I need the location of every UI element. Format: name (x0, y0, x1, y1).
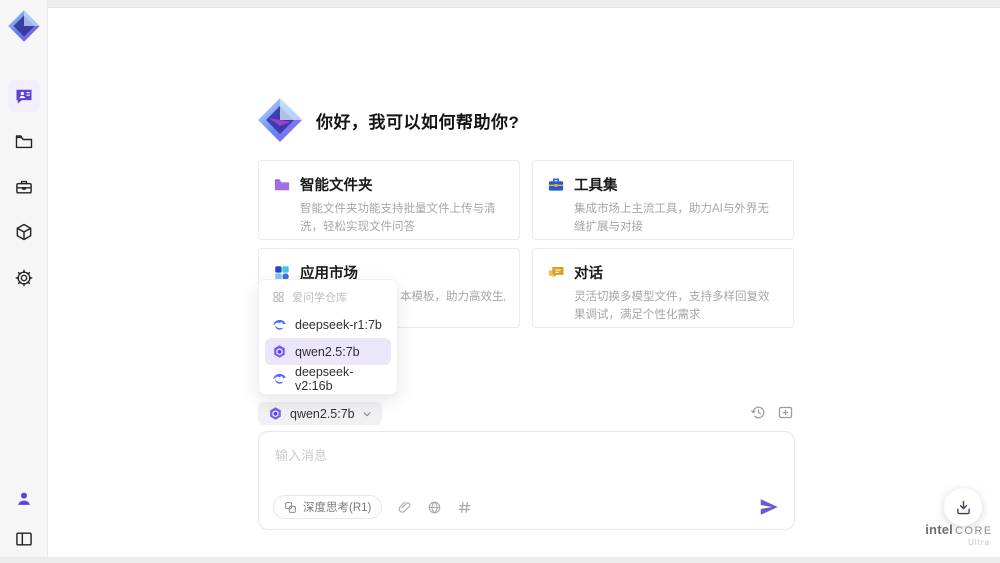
greeting-text: 你好，我可以如何帮助你? (316, 112, 520, 132)
card-title: 对话 (574, 266, 603, 282)
cube-icon (16, 223, 32, 241)
hash-grid-icon[interactable] (457, 500, 472, 515)
model-selector-button[interactable]: qwen2.5:7b (258, 402, 382, 425)
sidebar-item-folders[interactable] (8, 126, 40, 158)
chat-icon (16, 89, 32, 104)
sidebar-item-tools[interactable] (8, 171, 40, 203)
chat-input-container: 深度思考(R1) (258, 431, 795, 530)
model-option-deepseek-r1[interactable]: deepseek-r1:7b (265, 311, 391, 338)
input-toolbar: 深度思考(R1) (273, 495, 780, 519)
sidebar (0, 0, 48, 563)
globe-icon[interactable] (427, 500, 442, 515)
window-bottom-edge (0, 557, 1000, 563)
smart-folder-icon (274, 178, 290, 190)
screenshot-add-icon[interactable] (777, 404, 794, 421)
qwen-icon (270, 407, 281, 420)
card-dialog[interactable]: 对话 灵活切换多模型文件，支持多样回复效果调试，满足个性化需求 (532, 248, 794, 328)
paperclip-icon[interactable] (397, 500, 412, 515)
deep-think-toggle[interactable]: 深度思考(R1) (273, 495, 383, 519)
core-wordmark: CORE (954, 525, 993, 537)
card-smart-folder[interactable]: 智能文件夹 智能文件夹功能支持批量文件上传与清洗，轻松实现文件问答 (258, 160, 520, 240)
model-option-deepseek-v2[interactable]: deepseek-v2:16b (265, 365, 391, 393)
greeting-block: 你好，我可以如何帮助你? (256, 96, 519, 144)
deepseek-whale-icon (273, 373, 286, 384)
panel-layout-icon (16, 532, 32, 546)
window-title-bar (48, 0, 1000, 8)
settings-gear-icon (15, 269, 33, 287)
composer-actions (750, 404, 794, 421)
intel-wordmark: intel (925, 522, 953, 537)
toolbox-icon (16, 180, 32, 194)
sidebar-item-models[interactable] (8, 216, 40, 248)
card-desc: 智能文件夹功能支持批量文件上传与清洗，轻松实现文件问答 (300, 203, 496, 233)
sidebar-item-account[interactable] (8, 483, 40, 515)
folder-icon (15, 135, 33, 149)
repo-icon (273, 291, 284, 303)
dialog-chat-icon (548, 266, 564, 278)
intel-core-logo: intel CORE Ultra (925, 522, 993, 547)
sidebar-item-chat[interactable] (8, 80, 40, 112)
card-toolset[interactable]: 工具集 集成市场上主流工具，助力AI与外界无缝扩展与对接 (532, 160, 794, 240)
greeting-logo-icon (258, 98, 302, 142)
deepseek-whale-icon (273, 319, 286, 330)
selected-model-label: qwen2.5:7b (290, 406, 355, 421)
download-icon (956, 500, 970, 514)
chat-input[interactable] (259, 432, 794, 490)
qwen-icon (274, 345, 285, 358)
send-icon[interactable] (758, 496, 780, 518)
ultra-wordmark: Ultra (968, 538, 990, 547)
model-dropdown: 爱问学仓库 deepseek-r1:7b qwen2.5:7b deepseek… (258, 279, 398, 395)
card-title: 工具集 (574, 178, 618, 194)
history-icon[interactable] (750, 404, 767, 421)
card-title: 智能文件夹 (300, 178, 373, 194)
model-dropdown-header: 爱问学仓库 (265, 285, 391, 311)
chevron-down-icon (363, 411, 371, 416)
sidebar-item-collapse[interactable] (8, 523, 40, 555)
toolset-briefcase-icon (548, 178, 564, 191)
sidebar-item-settings[interactable] (8, 262, 40, 294)
user-icon (18, 492, 30, 505)
card-desc: 灵活切换多模型文件，支持多样回复效果调试，满足个性化需求 (574, 291, 770, 321)
download-fab[interactable] (944, 488, 982, 526)
model-option-qwen[interactable]: qwen2.5:7b (265, 338, 391, 365)
app-window: 你好，我可以如何帮助你? 智能文件夹 智能文件夹功能支持批量文件上传与清洗，轻松… (0, 0, 1000, 563)
card-desc: 集成市场上主流工具，助力AI与外界无缝扩展与对接 (574, 203, 769, 233)
app-logo-icon[interactable] (6, 8, 42, 44)
deepthink-icon (285, 501, 296, 513)
